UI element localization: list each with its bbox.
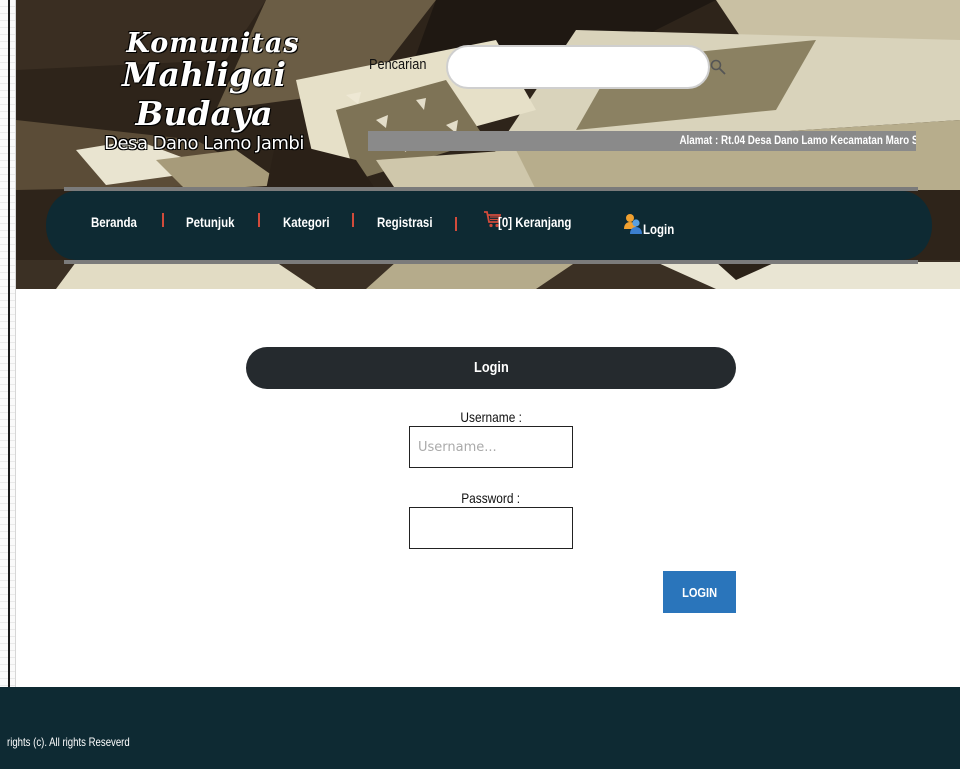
nav-separator (162, 213, 164, 227)
main-nav: Beranda Petunjuk Kategori Registrasi [0]… (46, 191, 932, 260)
password-input[interactable] (409, 507, 573, 549)
search-label: Pencarian (369, 56, 427, 73)
nav-item-cart[interactable]: [0] Keranjang (498, 214, 571, 230)
logo-line-2: Mahligai Budaya (122, 55, 286, 133)
nav-item-petunjuk[interactable]: Petunjuk (186, 214, 234, 230)
login-title: Login (246, 347, 736, 389)
footer: rights (c). All rights Reseverd (0, 687, 960, 769)
nav-item-beranda[interactable]: Beranda (91, 214, 137, 230)
login-button[interactable]: LOGIN (663, 571, 736, 613)
password-label: Password : (409, 490, 573, 506)
search-input[interactable] (446, 45, 710, 89)
nav-bottom-line (64, 260, 918, 264)
logo-line-3: Desa Dano Lamo Jambi (104, 133, 304, 154)
username-label: Username : (409, 409, 573, 425)
footer-copyright: rights (c). All rights Reseverd (7, 735, 130, 749)
login-button-label: LOGIN (681, 584, 717, 600)
address-text: Alamat : Rt.04 Desa Dano Lamo Kecamatan … (679, 133, 916, 147)
nav-separator (352, 213, 354, 227)
users-icon[interactable] (623, 213, 643, 235)
username-label-text: Username : (460, 409, 522, 425)
username-input[interactable] (409, 426, 573, 468)
page: Komunitas Mahligai Budaya Desa Dano Lamo… (0, 0, 960, 769)
search-icon[interactable] (709, 58, 727, 76)
nav-item-kategori[interactable]: Kategori (283, 214, 330, 230)
password-label-text: Password : (461, 490, 521, 506)
address-marquee: Alamat : Rt.04 Desa Dano Lamo Kecamatan … (368, 131, 916, 151)
site-logo[interactable]: Komunitas Mahligai Budaya Desa Dano Lamo… (74, 28, 334, 154)
nav-item-login[interactable]: Login (643, 221, 674, 237)
nav-item-registrasi[interactable]: Registrasi (377, 214, 433, 230)
header-banner: Komunitas Mahligai Budaya Desa Dano Lamo… (16, 0, 960, 289)
login-title-text: Login (473, 359, 509, 376)
nav-separator (455, 217, 457, 231)
page-edge (0, 0, 16, 687)
nav-separator (258, 213, 260, 227)
